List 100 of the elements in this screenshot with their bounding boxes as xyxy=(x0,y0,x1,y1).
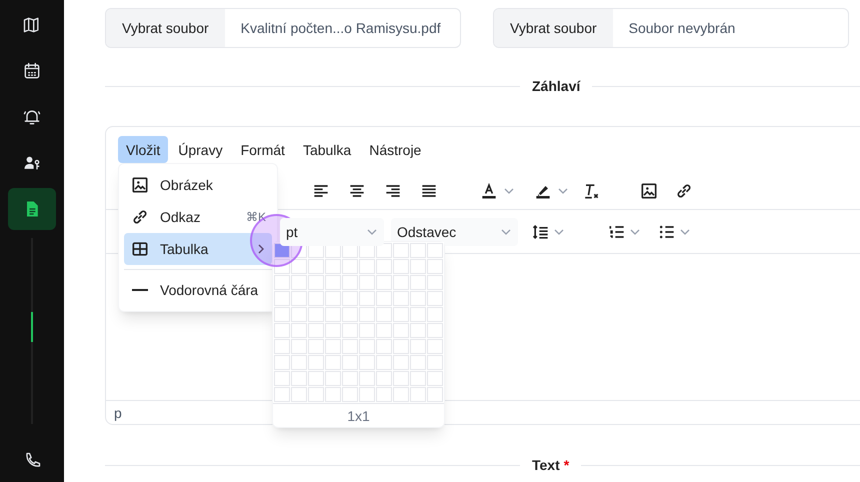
table-size-cell[interactable] xyxy=(393,291,409,306)
table-size-cell[interactable] xyxy=(342,275,358,290)
table-size-cell[interactable] xyxy=(427,371,443,386)
table-size-cell[interactable] xyxy=(274,307,290,322)
table-size-cell[interactable] xyxy=(359,323,375,338)
table-size-cell[interactable] xyxy=(393,339,409,354)
table-size-cell[interactable] xyxy=(291,339,307,354)
table-size-cell[interactable] xyxy=(359,275,375,290)
table-size-cell[interactable] xyxy=(342,323,358,338)
menu-tab[interactable]: Tabulka xyxy=(294,136,360,163)
file-input[interactable]: Vybrat soubor Kvalitní počten...o Ramisysu.pdf xyxy=(105,8,461,48)
table-size-cell[interactable] xyxy=(427,243,443,258)
table-size-cell[interactable] xyxy=(291,371,307,386)
table-size-cell[interactable] xyxy=(376,307,392,322)
table-size-cell[interactable] xyxy=(291,275,307,290)
table-size-cell[interactable] xyxy=(274,371,290,386)
table-size-cell[interactable] xyxy=(291,307,307,322)
table-size-cell[interactable] xyxy=(393,259,409,274)
block-format-select[interactable]: Odstavec xyxy=(391,218,518,246)
table-size-cell[interactable] xyxy=(427,307,443,322)
table-size-cell[interactable] xyxy=(274,323,290,338)
table-size-cell[interactable] xyxy=(376,339,392,354)
table-size-cell[interactable] xyxy=(291,243,307,258)
table-size-cell[interactable] xyxy=(376,243,392,258)
table-size-cell[interactable] xyxy=(274,291,290,306)
table-size-cell[interactable] xyxy=(427,291,443,306)
table-size-cell[interactable] xyxy=(342,371,358,386)
table-size-cell[interactable] xyxy=(410,259,426,274)
table-size-cell[interactable] xyxy=(325,291,341,306)
table-size-cell[interactable] xyxy=(410,275,426,290)
table-size-cell[interactable] xyxy=(325,259,341,274)
table-size-cell[interactable] xyxy=(342,259,358,274)
table-size-cell[interactable] xyxy=(376,275,392,290)
font-size-select[interactable]: pt xyxy=(280,218,384,246)
table-size-cell[interactable] xyxy=(274,355,290,370)
table-size-cell[interactable] xyxy=(376,387,392,402)
table-size-cell[interactable] xyxy=(359,307,375,322)
table-size-cell[interactable] xyxy=(410,307,426,322)
table-size-cell[interactable] xyxy=(274,387,290,402)
menu-tab[interactable]: Formát xyxy=(232,136,293,163)
table-size-cell[interactable] xyxy=(308,307,324,322)
table-size-cell[interactable] xyxy=(359,355,375,370)
table-size-cell[interactable] xyxy=(359,339,375,354)
table-size-cell[interactable] xyxy=(325,307,341,322)
table-size-cell[interactable] xyxy=(342,387,358,402)
table-size-cell[interactable] xyxy=(427,259,443,274)
table-size-cell[interactable] xyxy=(359,243,375,258)
table-size-cell[interactable] xyxy=(410,339,426,354)
table-size-cell[interactable] xyxy=(291,387,307,402)
table-size-cell[interactable] xyxy=(359,387,375,402)
table-size-cell[interactable] xyxy=(274,275,290,290)
table-size-cell[interactable] xyxy=(308,275,324,290)
table-size-cell[interactable] xyxy=(342,291,358,306)
table-size-cell[interactable] xyxy=(393,275,409,290)
table-size-cell[interactable] xyxy=(427,275,443,290)
table-size-cell[interactable] xyxy=(308,355,324,370)
file-input[interactable]: Vybrat soubor Soubor nevybrán xyxy=(493,8,849,48)
table-size-cell[interactable] xyxy=(325,339,341,354)
table-size-cell[interactable] xyxy=(393,323,409,338)
table-size-cell[interactable] xyxy=(308,291,324,306)
table-size-cell[interactable] xyxy=(342,355,358,370)
table-size-cell[interactable] xyxy=(308,371,324,386)
menu-item[interactable]: Vodorovná čára xyxy=(124,274,272,306)
table-size-cell[interactable] xyxy=(325,243,341,258)
table-size-cell[interactable] xyxy=(376,355,392,370)
menu-tab[interactable]: Úpravy xyxy=(170,136,231,163)
table-size-cell[interactable] xyxy=(325,387,341,402)
table-size-cell[interactable] xyxy=(308,323,324,338)
choose-file-button[interactable]: Vybrat soubor xyxy=(494,9,613,47)
table-size-cell[interactable] xyxy=(291,259,307,274)
table-size-cell[interactable] xyxy=(393,243,409,258)
table-size-cell[interactable] xyxy=(274,259,290,274)
table-size-cell[interactable] xyxy=(342,307,358,322)
table-size-cell[interactable] xyxy=(274,339,290,354)
table-size-cell[interactable] xyxy=(427,339,443,354)
table-size-cell[interactable] xyxy=(325,323,341,338)
table-size-cell[interactable] xyxy=(410,371,426,386)
table-size-cell[interactable] xyxy=(410,323,426,338)
table-size-cell[interactable] xyxy=(359,371,375,386)
table-size-cell[interactable] xyxy=(291,323,307,338)
table-size-cell[interactable] xyxy=(342,243,358,258)
table-size-cell[interactable] xyxy=(308,339,324,354)
menu-item[interactable]: Odkaz ⌘K xyxy=(124,201,272,233)
table-size-cell[interactable] xyxy=(274,243,290,258)
table-size-cell[interactable] xyxy=(376,371,392,386)
table-size-cell[interactable] xyxy=(427,355,443,370)
table-size-cell[interactable] xyxy=(410,355,426,370)
menu-item[interactable]: Obrázek xyxy=(124,169,272,201)
table-size-cell[interactable] xyxy=(308,243,324,258)
table-size-cell[interactable] xyxy=(376,291,392,306)
table-size-cell[interactable] xyxy=(410,387,426,402)
table-size-cell[interactable] xyxy=(427,387,443,402)
table-size-cell[interactable] xyxy=(393,371,409,386)
table-size-cell[interactable] xyxy=(359,259,375,274)
menu-tab[interactable]: Nástroje xyxy=(361,136,430,163)
table-size-cell[interactable] xyxy=(393,387,409,402)
table-size-cell[interactable] xyxy=(393,307,409,322)
table-size-cell[interactable] xyxy=(376,259,392,274)
menu-item[interactable]: Tabulka xyxy=(124,233,272,265)
table-size-cell[interactable] xyxy=(342,339,358,354)
